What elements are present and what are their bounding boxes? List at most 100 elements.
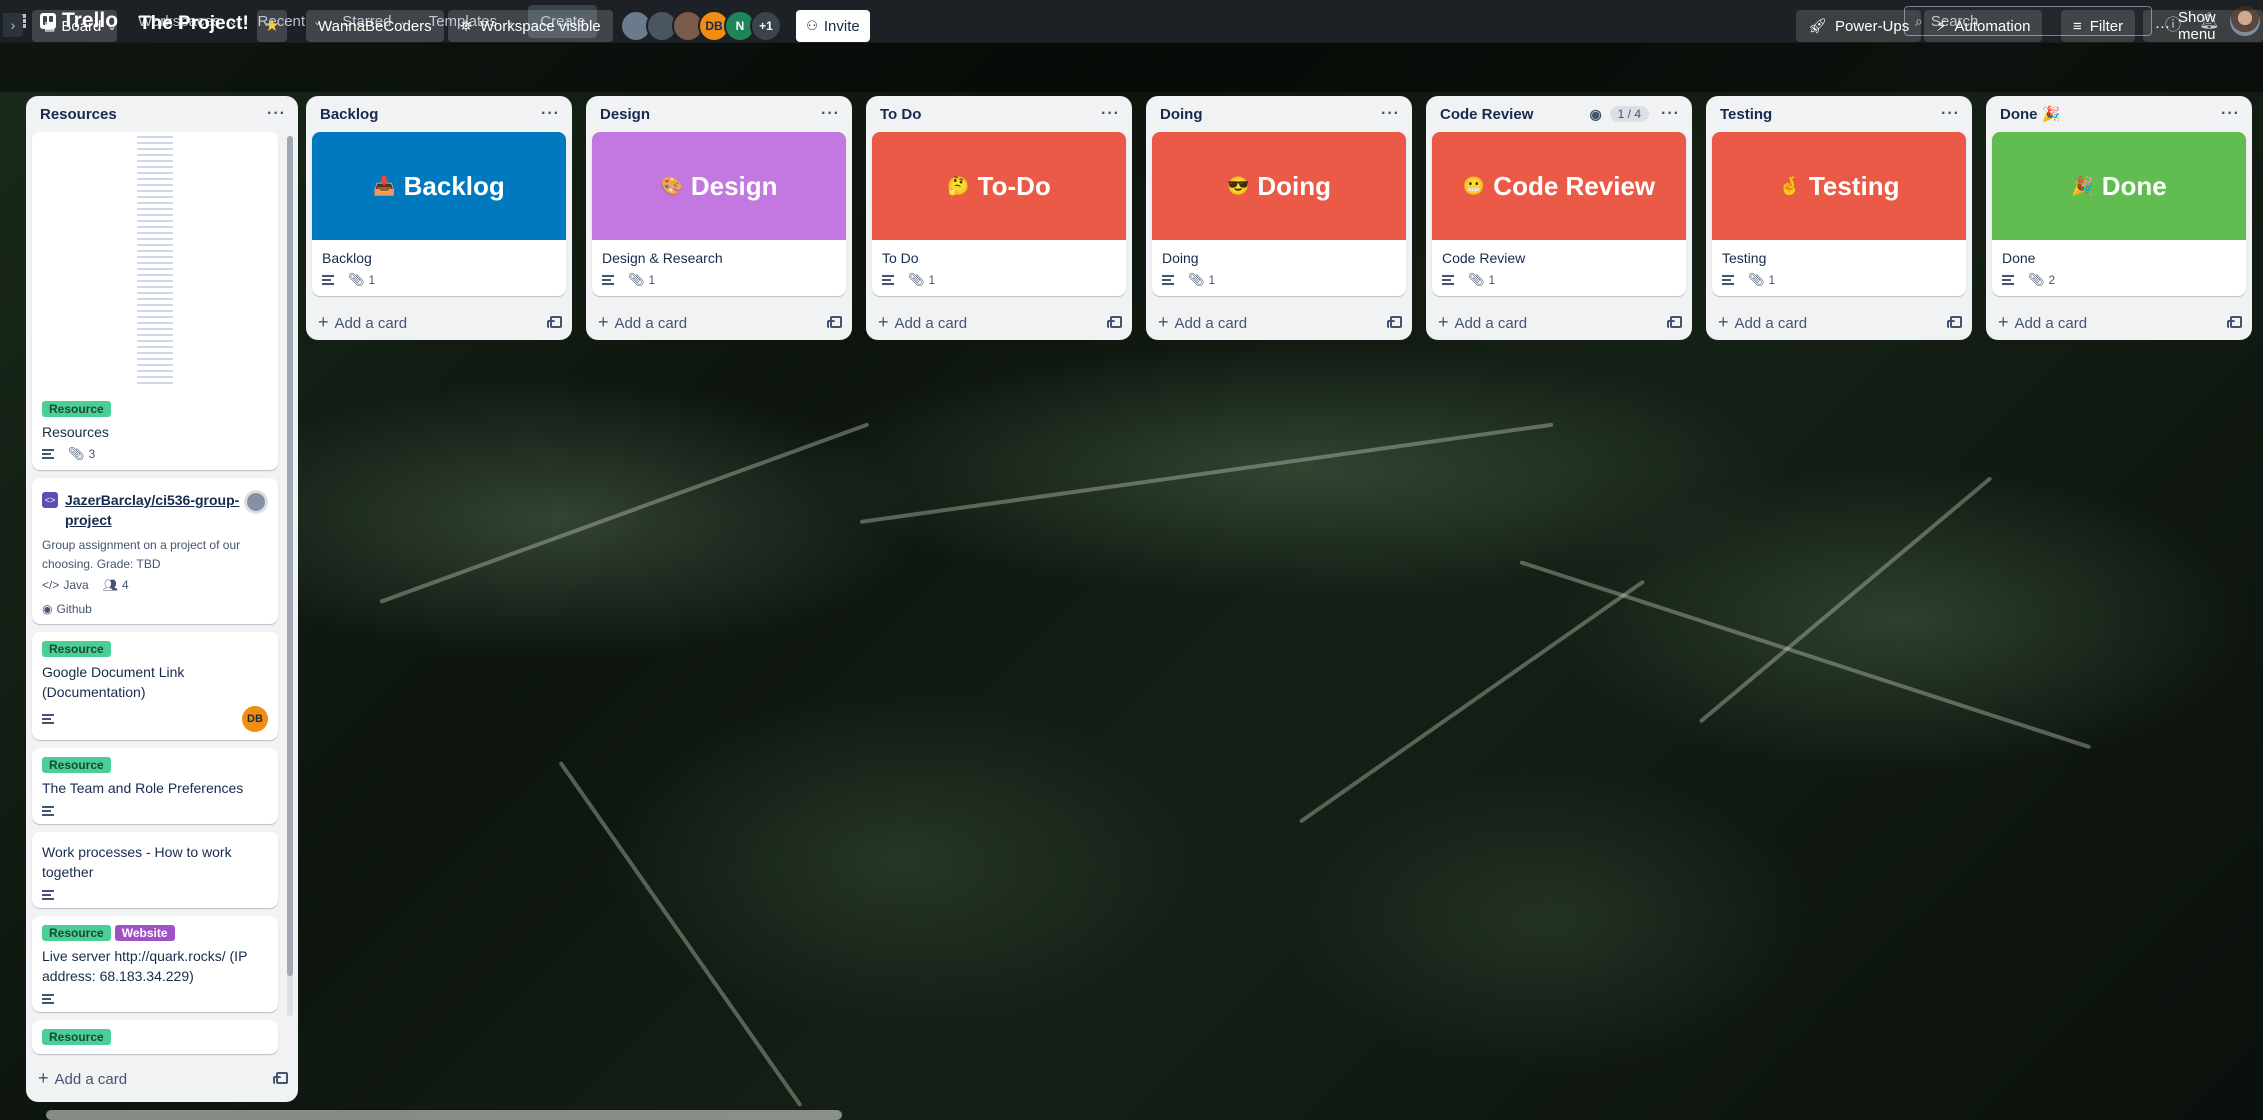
description-icon bbox=[602, 275, 614, 285]
card-done[interactable]: 🎉 Done Done 📎︎ 2 bbox=[1992, 132, 2246, 296]
list-header[interactable]: Backlog ··· bbox=[306, 96, 572, 132]
card-cover: 📥 Backlog bbox=[312, 132, 566, 240]
more-icon[interactable]: ··· bbox=[1101, 105, 1120, 123]
watch-eye-icon[interactable]: ◉ bbox=[1589, 106, 1601, 123]
list-header[interactable]: Code Review ◉ 1 / 4 ··· bbox=[1426, 96, 1692, 132]
card-title: Google Document Link (Documentation) bbox=[42, 664, 185, 700]
board-horizontal-scrollbar[interactable] bbox=[46, 1110, 842, 1120]
card-title: Testing bbox=[1722, 250, 1767, 266]
card-title: Done bbox=[2002, 250, 2036, 266]
card-title: Code Review bbox=[1442, 250, 1526, 266]
document-thumbnail bbox=[137, 136, 173, 386]
more-icon[interactable]: ··· bbox=[267, 105, 286, 123]
board-icon: ▦ bbox=[44, 19, 56, 33]
more-icon: ··· bbox=[2155, 17, 2170, 35]
workspace-button[interactable]: WannaBeCoders bbox=[306, 10, 444, 42]
card-template-icon[interactable] bbox=[1947, 316, 1962, 328]
attachment-icon: 📎︎ bbox=[1188, 272, 1205, 287]
card-work-processes[interactable]: Work processes - How to work together bbox=[32, 832, 278, 908]
card-backlog[interactable]: 📥 Backlog Backlog 📎︎ 1 bbox=[312, 132, 566, 296]
card-cover: 😎 Doing bbox=[1152, 132, 1406, 240]
card-github-repo[interactable]: <> JazerBarclay/ci536-group-project Grou… bbox=[32, 478, 278, 624]
add-card-button[interactable]: + Add a card bbox=[1426, 304, 1692, 340]
list-resources: Resources ··· Resource Resources 📎︎ 3 <> J… bbox=[26, 96, 298, 1102]
board-header bbox=[0, 42, 2263, 92]
card-template-icon[interactable] bbox=[547, 316, 562, 328]
card-template-icon[interactable] bbox=[273, 1072, 288, 1084]
list-header[interactable]: Resources ··· bbox=[26, 96, 298, 132]
description-icon bbox=[1442, 275, 1454, 285]
list-header[interactable]: To Do ··· bbox=[866, 96, 1132, 132]
board-view-switcher[interactable]: ▦ Board ⌄ bbox=[32, 10, 117, 42]
card-template-icon[interactable] bbox=[1107, 316, 1122, 328]
list-header[interactable]: Doing ··· bbox=[1146, 96, 1412, 132]
board-title[interactable]: The Project! bbox=[139, 13, 249, 35]
add-person-icon: ⚇ bbox=[806, 18, 818, 33]
description-icon bbox=[42, 994, 54, 1004]
show-menu-button[interactable]: ··· Show menu bbox=[2143, 9, 2263, 43]
add-card-button[interactable]: + Add a card bbox=[1146, 304, 1412, 340]
lightning-icon: ⚡︎ bbox=[1936, 18, 1947, 35]
powerups-button[interactable]: 🚀︎ Power-Ups bbox=[1796, 10, 1922, 42]
card-resources[interactable]: Resource Resources 📎︎ 3 bbox=[32, 132, 278, 470]
more-icon[interactable]: ··· bbox=[821, 105, 840, 123]
more-icon[interactable]: ··· bbox=[1661, 105, 1680, 123]
list-header[interactable]: Testing ··· bbox=[1706, 96, 1972, 132]
user-icon bbox=[244, 490, 268, 514]
card-design[interactable]: 🎨 Design Design & Research 📎︎ 1 bbox=[592, 132, 846, 296]
list-testing: Testing ··· 🤞 Testing Testing 📎︎ 1 + Add a c… bbox=[1706, 96, 1972, 340]
add-card-button[interactable]: + Add a card bbox=[1986, 304, 2252, 340]
code-icon: <> bbox=[42, 492, 58, 508]
card-title: To Do bbox=[882, 250, 919, 266]
attachment-icon: 📎︎ bbox=[1468, 272, 1485, 287]
card-cover: 🤔 To-Do bbox=[872, 132, 1126, 240]
people-icon: ⛯ bbox=[460, 17, 473, 35]
list-scrollbar[interactable] bbox=[287, 136, 293, 1016]
more-icon[interactable]: ··· bbox=[1941, 105, 1960, 123]
plus-icon: + bbox=[1718, 311, 1729, 332]
description-icon bbox=[42, 449, 54, 459]
more-icon[interactable]: ··· bbox=[2221, 105, 2240, 123]
card-testing[interactable]: 🤞 Testing Testing 📎︎ 1 bbox=[1712, 132, 1966, 296]
add-card-button[interactable]: + Add a card bbox=[306, 304, 572, 340]
add-card-button[interactable]: + Add a card bbox=[1706, 304, 1972, 340]
repo-link[interactable]: JazerBarclay/ci536-group-project bbox=[65, 490, 244, 530]
label-resource: Resource bbox=[42, 925, 111, 941]
attachment-icon: 📎︎ bbox=[68, 446, 85, 461]
invite-button[interactable]: ⚇ Invite bbox=[796, 10, 870, 42]
card-team-roles[interactable]: Resource The Team and Role Preferences bbox=[32, 748, 278, 824]
list-header[interactable]: Design ··· bbox=[586, 96, 852, 132]
card-to-do[interactable]: 🤔 To-Do To Do 📎︎ 1 bbox=[872, 132, 1126, 296]
description-icon bbox=[2002, 275, 2014, 285]
add-card-button[interactable]: + Add a card bbox=[586, 304, 852, 340]
card-template-icon[interactable] bbox=[1667, 316, 1682, 328]
card-cover: 😬 Code Review bbox=[1432, 132, 1686, 240]
list-doing: Doing ··· 😎 Doing Doing 📎︎ 1 + Add a card bbox=[1146, 96, 1412, 340]
member-avatar[interactable]: DB bbox=[242, 706, 268, 732]
label-website: Website bbox=[114, 925, 175, 941]
more-icon[interactable]: ··· bbox=[1381, 105, 1400, 123]
sidebar-expand-button[interactable]: › bbox=[3, 13, 23, 37]
card-google-doc[interactable]: Resource Google Document Link (Documenta… bbox=[32, 632, 278, 740]
automation-button[interactable]: ⚡︎ Automation bbox=[1924, 10, 2043, 42]
github-icon: ◉ bbox=[42, 602, 53, 616]
filter-button[interactable]: ≡ Filter bbox=[2061, 10, 2136, 42]
card-template-icon[interactable] bbox=[827, 316, 842, 328]
add-card-button[interactable]: + Add a card bbox=[26, 1060, 298, 1096]
list-header[interactable]: Done 🎉 ··· bbox=[1986, 96, 2252, 132]
card-code-review[interactable]: 😬 Code Review Code Review 📎︎ 1 bbox=[1432, 132, 1686, 296]
more-icon[interactable]: ··· bbox=[541, 105, 560, 123]
more-members-badge[interactable]: +1 bbox=[750, 10, 782, 42]
card-live-server[interactable]: Resource Website Live server http://quark… bbox=[32, 916, 278, 1012]
visibility-button[interactable]: ⛯ Workspace visible bbox=[448, 10, 613, 42]
label-resource: Resource bbox=[42, 1029, 111, 1045]
card-template-icon[interactable] bbox=[2227, 316, 2242, 328]
card-template-icon[interactable] bbox=[1387, 316, 1402, 328]
add-card-button[interactable]: + Add a card bbox=[866, 304, 1132, 340]
card-title: The Team and Role Preferences bbox=[42, 780, 244, 796]
card-doing[interactable]: 😎 Doing Doing 📎︎ 1 bbox=[1152, 132, 1406, 296]
label-resource: Resource bbox=[42, 401, 111, 417]
card-partial[interactable]: Resource bbox=[32, 1020, 278, 1054]
star-board-icon[interactable]: ★ bbox=[257, 10, 287, 42]
rocket-icon: 🚀︎ bbox=[1808, 18, 1828, 35]
